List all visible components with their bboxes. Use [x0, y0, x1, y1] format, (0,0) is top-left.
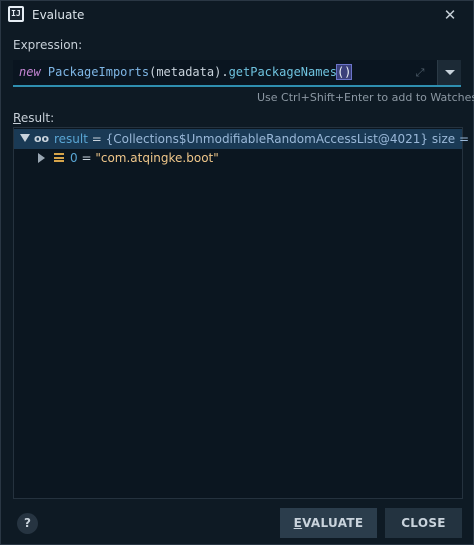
tree-row-result[interactable]: oo result = {Collections$UnmodifiableRan…: [14, 129, 474, 149]
help-button[interactable]: ?: [17, 513, 38, 534]
close-button[interactable]: CLOSE: [385, 508, 462, 538]
expression-label: Expression:: [13, 38, 83, 52]
result-name: result: [54, 132, 88, 146]
watches-hint: Use Ctrl+Shift+Enter to add to Watches: [257, 91, 474, 104]
result-label-text: esult:: [20, 111, 55, 125]
result-label-mnemonic: R: [13, 111, 21, 125]
method-token: getPackageNames: [228, 65, 337, 79]
result-node-text: result = {Collections$UnmodifiableRandom…: [54, 132, 474, 146]
result-tree[interactable]: oo result = {Collections$UnmodifiableRan…: [13, 127, 474, 499]
expanded-arrow-icon[interactable]: [20, 134, 30, 142]
result-value: {Collections$UnmodifiableRandomAccessLis…: [105, 132, 429, 146]
keyword-token: new: [19, 65, 41, 79]
item-value: "com.atqingke.boot": [95, 151, 219, 165]
list-item-icon: [54, 153, 64, 162]
result-label: Result:: [13, 111, 54, 125]
result-equals: =: [87, 132, 106, 146]
close-icon[interactable]: ✕: [441, 6, 459, 24]
result-size: size = 1: [431, 132, 474, 146]
item-node-text: 0 = "com.atqingke.boot": [70, 151, 219, 165]
close-paren-token: ).: [214, 65, 229, 79]
watch-glasses-icon: oo: [34, 132, 50, 145]
item-index: 0: [70, 151, 78, 165]
call-parens-token: (): [335, 64, 353, 80]
window-title: Evaluate: [32, 8, 85, 22]
expression-code[interactable]: new PackageImports(metadata).getPackageN…: [19, 64, 353, 80]
evaluate-dialog: IJ Evaluate ✕ Expression: new PackageImp…: [0, 0, 474, 545]
evaluate-mnemonic: E: [293, 516, 303, 530]
chevron-down-icon: [445, 70, 455, 75]
history-dropdown-button[interactable]: [437, 60, 461, 85]
argument-token: metadata: [156, 65, 215, 79]
intellij-icon-text: IJ: [10, 8, 22, 20]
intellij-icon: IJ: [8, 6, 24, 22]
tree-row-item[interactable]: 0 = "com.atqingke.boot": [14, 148, 462, 168]
evaluate-label: VALUATE: [302, 516, 364, 530]
collapsed-arrow-icon[interactable]: [38, 153, 45, 163]
item-equals: =: [77, 151, 96, 165]
class-token: PackageImports: [47, 65, 150, 79]
evaluate-button[interactable]: EVALUATE: [280, 508, 377, 538]
expression-input[interactable]: new PackageImports(metadata).getPackageN…: [13, 60, 461, 87]
expand-icon[interactable]: ⤢: [413, 66, 427, 80]
title-bar: IJ Evaluate ✕: [1, 1, 473, 31]
